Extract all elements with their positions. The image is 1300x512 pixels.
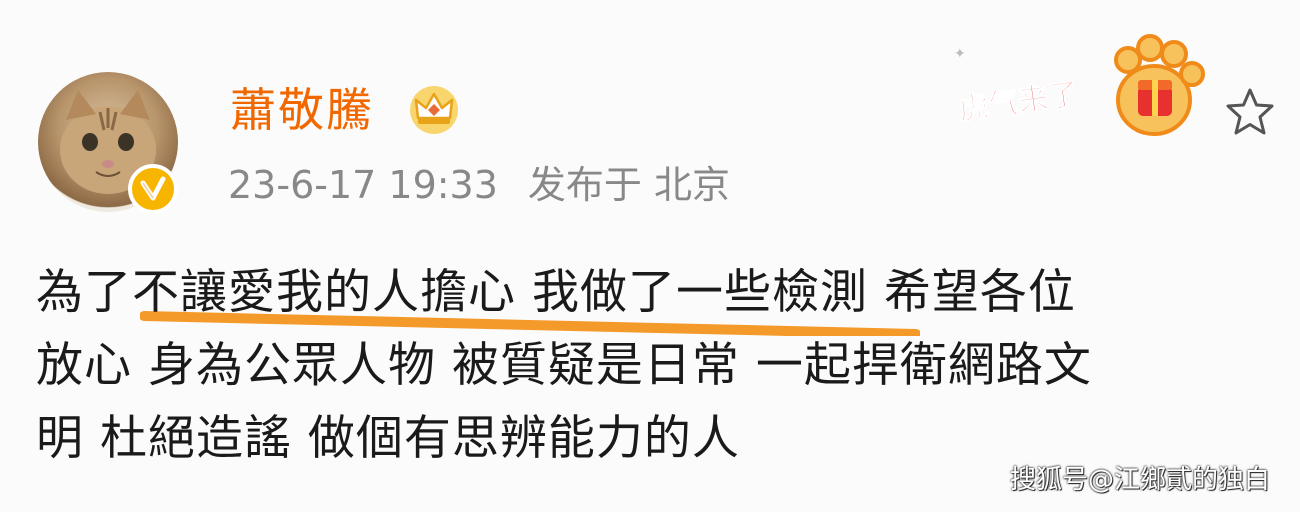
promo-badge[interactable]: 虎气来了 ✦: [950, 28, 1210, 148]
tiger-paw-icon: 虎气来了 ✦: [954, 34, 1205, 136]
post-content: 為了不讓愛我的人擔心 我做了一些檢測 希望各位 放心 身為公眾人物 被質疑是日常…: [36, 256, 1266, 475]
crown-icon[interactable]: [406, 80, 462, 136]
username[interactable]: 蕭敬騰: [230, 80, 374, 140]
watermark: 搜狐号@江鄉貳的独白: [1009, 465, 1270, 495]
content-line-2: 放心 身為公眾人物 被質疑是日常 一起捍衛網路文: [36, 338, 1092, 393]
post-timestamp[interactable]: 23-6-17 19:33: [228, 163, 498, 207]
content-line-1: 為了不讓愛我的人擔心 我做了一些檢測 希望各位: [36, 265, 1076, 320]
post-location: 发布于 北京: [527, 163, 730, 207]
verified-v-icon: [128, 164, 178, 214]
post-meta: 23-6-17 19:33 发布于 北京: [228, 160, 730, 210]
star-outline-icon[interactable]: [1224, 86, 1276, 138]
promo-text: 虎气来了: [957, 76, 1081, 127]
svg-text:✦: ✦: [954, 46, 966, 62]
